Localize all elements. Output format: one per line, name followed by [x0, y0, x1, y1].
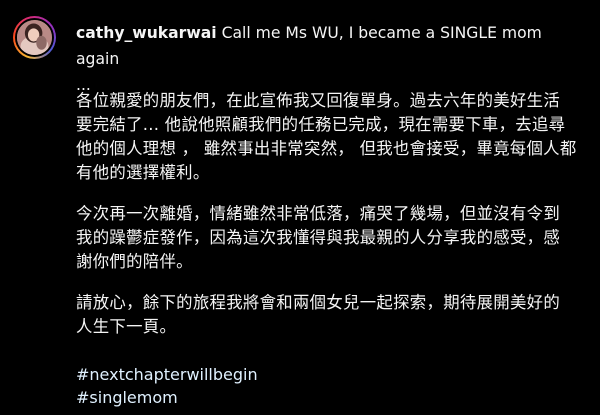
caption-paragraph-1: 各位親愛的朋友們，在此宣佈我又回復單身。過去六年的美好生活 要完結了... 他說… — [76, 91, 577, 182]
avatar-photo — [15, 18, 54, 57]
caption-paragraph-3: 請放心，餘下的旅程我將會和兩個女兒一起探索，期待展開美好的 人生下一頁。 — [76, 293, 561, 336]
hashtag-link[interactable]: #nextchapterwillbegin — [76, 363, 258, 386]
username-link[interactable]: cathy_wukarwai — [76, 24, 217, 42]
caption-paragraph-2: 今次再一次離婚，情緒雖然非常低落，痛哭了幾場，但並沒有令到 我的躁鬱症發作，因為… — [76, 204, 561, 271]
hashtag-link[interactable]: #singlemom — [76, 386, 258, 409]
hashtag-singlemom[interactable]: #singlemom — [76, 388, 178, 407]
caption-post: cathy_wukarwai Call me Ms WU, I became a… — [0, 0, 600, 415]
caption-header: cathy_wukarwai Call me Ms WU, I became a… — [76, 20, 586, 98]
avatar[interactable] — [13, 16, 56, 59]
hashtag-list: #nextchapterwillbegin #singlemom — [76, 363, 258, 409]
hashtag-nextchapterwillbegin[interactable]: #nextchapterwillbegin — [76, 365, 258, 384]
